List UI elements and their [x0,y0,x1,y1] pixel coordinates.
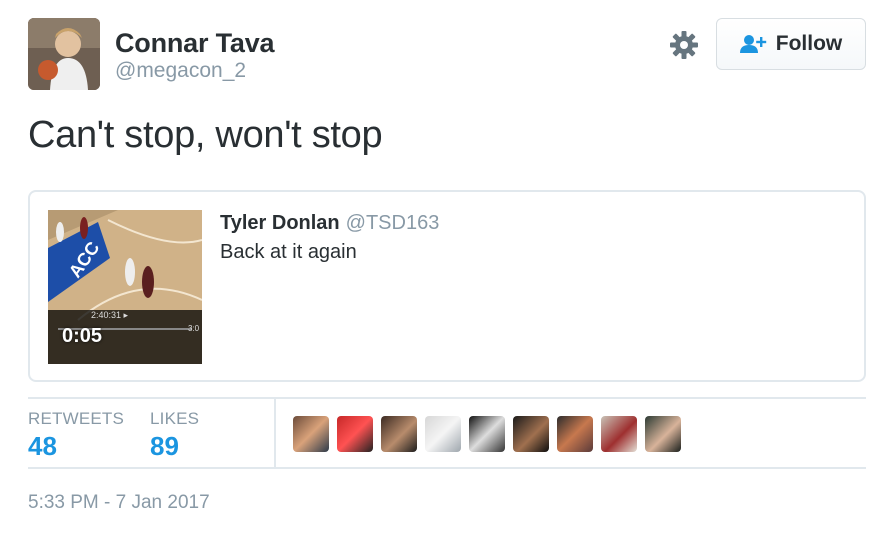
liker-avatar-1[interactable] [293,416,329,452]
user-avatar[interactable] [28,18,100,90]
liker-avatar-7[interactable] [557,416,593,452]
tweet-timestamp[interactable]: 5:33 PM - 7 Jan 2017 [28,492,210,514]
retweets-label: RETWEETS [28,409,125,428]
liker-avatar-3[interactable] [381,416,417,452]
user-handle[interactable]: @megacon_2 [115,59,246,83]
stats-bottom-divider [28,467,866,469]
user-display-name[interactable]: Connar Tava [115,28,275,59]
likers-avatars [293,416,689,452]
liker-avatar-2[interactable] [337,416,373,452]
stats-top-divider [28,397,866,399]
gear-icon[interactable] [668,29,700,61]
quoted-tweet-text: Back at it again [220,241,357,263]
liker-avatar-8[interactable] [601,416,637,452]
quoted-author[interactable]: Tyler Donlan @TSD163 [220,212,439,235]
add-user-icon [739,34,768,54]
liker-avatar-6[interactable] [513,416,549,452]
video-overlay-time-2: 3:0 [188,324,200,333]
liker-avatar-5[interactable] [469,416,505,452]
quoted-tweet[interactable]: ACC 2:40:31 ▸ 3:0 0:05 Tyler Donlan @TSD1… [28,190,866,382]
video-duration: 0:05 [62,325,103,347]
video-overlay-time: 2:40:31 ▸ [91,310,129,320]
tweet-text: Can't stop, won't stop [28,114,383,156]
likes-stat[interactable]: LIKES 89 [150,409,199,462]
follow-button[interactable]: Follow [716,18,866,70]
quoted-author-handle[interactable]: @TSD163 [346,212,440,234]
stats-vertical-divider [274,399,276,468]
liker-avatar-9[interactable] [645,416,681,452]
retweets-stat[interactable]: RETWEETS 48 [28,409,124,462]
quoted-author-name[interactable]: Tyler Donlan [220,212,340,234]
liker-avatar-4[interactable] [425,416,461,452]
likes-count[interactable]: 89 [150,431,199,462]
follow-button-label: Follow [775,32,843,55]
retweets-count[interactable]: 48 [28,431,124,462]
likes-label: LIKES [150,409,200,428]
video-thumbnail[interactable]: ACC 2:40:31 ▸ 3:0 0:05 [48,210,202,364]
